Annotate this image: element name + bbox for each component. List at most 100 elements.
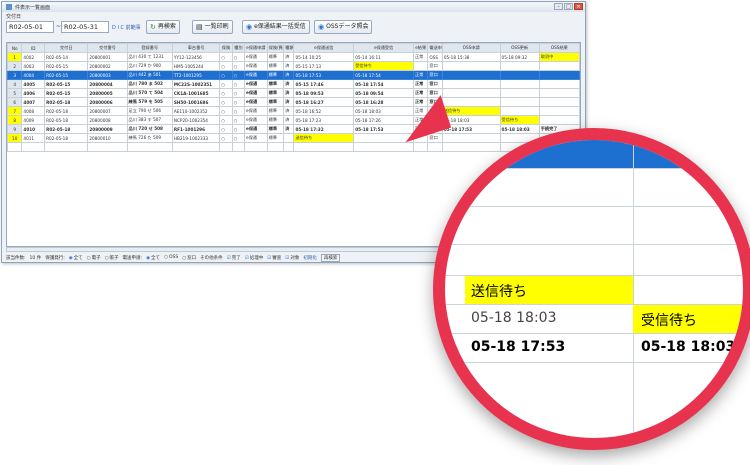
grid-line	[633, 140, 634, 438]
column-header[interactable]: 車台番号	[171, 43, 221, 53]
empty-cell	[428, 215, 442, 224]
column-header[interactable]: ID	[21, 43, 46, 53]
table-cell	[441, 88, 501, 98]
maximize-button[interactable]: □	[564, 3, 573, 10]
column-header[interactable]: 保険/異種	[266, 43, 285, 53]
table-row[interactable]: 7 4008 R02-05-18 20800007 足立 790 せ 506 AE110-…	[7, 106, 580, 116]
column-header[interactable]: e結果	[412, 43, 429, 53]
table-cell: ○	[231, 61, 246, 71]
densou-window-radio[interactable]: 窓口	[182, 255, 196, 261]
table-row[interactable]: 1 4002 R02-05-14 20800001 品川 430 て 1231 YY12-…	[7, 52, 580, 62]
minimize-button[interactable]: –	[554, 3, 563, 10]
hoken-all-radio[interactable]: 全て	[69, 255, 83, 261]
table-cell	[441, 70, 501, 80]
column-header[interactable]: e保通受信	[353, 43, 414, 53]
table-cell: 20800008	[87, 115, 128, 125]
empty-cell	[88, 197, 127, 206]
empty-cell	[22, 170, 45, 179]
table-cell	[499, 70, 540, 80]
complete-checkbox[interactable]: 完了	[227, 255, 241, 261]
empty-cell	[22, 206, 45, 215]
table-cell: 20800002	[87, 61, 128, 71]
column-header[interactable]: 種別	[231, 43, 246, 53]
column-header[interactable]: OSS更新	[499, 43, 540, 53]
research-button-label: 再検索	[157, 23, 176, 30]
table-cell: SH50-1001686	[171, 97, 221, 107]
empty-cell	[7, 142, 23, 152]
table-cell: MC22S-1002351	[171, 79, 221, 89]
empty-cell	[354, 215, 414, 224]
empty-cell	[284, 152, 294, 161]
date-to-input[interactable]: R02-05-31	[61, 21, 109, 33]
empty-cell	[22, 152, 45, 161]
column-header[interactable]: No	[7, 43, 23, 53]
table-cell: 4010	[21, 124, 46, 134]
hoken-paper-radio[interactable]: 帳子	[105, 255, 119, 261]
table-row[interactable]: 2 4003 R02-05-15 20800002 品川 729 か 900 HM5-10…	[7, 61, 580, 71]
processing-checkbox[interactable]: 処理中	[245, 255, 264, 261]
table-row[interactable]: 6 4007 R02-05-18 20800006 練馬 579 を 505 SH50-1…	[7, 97, 580, 107]
status-research-button[interactable]: 再検索	[320, 253, 341, 262]
table-cell: ○	[219, 52, 233, 62]
column-header[interactable]: 保険	[219, 43, 233, 53]
table-cell	[441, 79, 501, 89]
table-cell: 正常	[412, 88, 429, 98]
empty-cell	[172, 161, 219, 170]
date-from-input[interactable]: R02-05-01	[6, 21, 54, 33]
close-button[interactable]: ✕	[574, 3, 583, 10]
table-cell: e保通	[244, 97, 268, 107]
table-cell: HM5-1005244	[171, 61, 221, 71]
table-cell: 4002	[21, 52, 46, 62]
table-cell: R02-05-14	[44, 52, 89, 62]
column-header[interactable]: 種類	[283, 43, 295, 53]
table-row[interactable]: 5 4006 R02-05-15 20800005 品川 570 て 504 CK1A-1…	[7, 88, 580, 98]
empty-cell	[88, 170, 127, 179]
column-header[interactable]: e保通申請	[244, 43, 268, 53]
research-button[interactable]: ↻ 再検索	[146, 20, 180, 34]
empty-cell	[428, 206, 442, 215]
column-header[interactable]: OSS結果	[538, 43, 580, 53]
empty-cell	[267, 170, 283, 179]
empty-cell	[172, 179, 219, 188]
column-header[interactable]: 登録番号	[126, 43, 173, 53]
table-cell: 4003	[21, 61, 46, 71]
table-row[interactable]: 8 4009 R02-05-18 20800008 品川 383 す 507 NCP20-…	[7, 115, 580, 125]
empty-cell	[21, 142, 46, 152]
empty-cell	[88, 161, 127, 170]
column-header[interactable]: e保通送信	[293, 43, 355, 53]
table-cell: 3	[7, 70, 23, 80]
review-checkbox[interactable]: 審査	[267, 255, 281, 261]
empty-cell	[232, 188, 244, 197]
table-cell: 4004	[21, 70, 46, 80]
table-cell: 6	[7, 97, 23, 107]
column-header[interactable]: 電送申請	[427, 43, 443, 53]
column-header[interactable]: 交付日	[44, 43, 89, 53]
empty-cell	[284, 179, 294, 188]
table-cell: TT2-1001295	[171, 70, 221, 80]
table-row[interactable]: 9 4010 R02-05-18 20800009 品川 720 せ 508 RF1-10…	[7, 124, 580, 134]
column-header[interactable]: OSS申請	[441, 43, 501, 53]
empty-cell	[220, 206, 232, 215]
empty-cell	[8, 161, 22, 170]
densou-oss-radio[interactable]: OSS	[164, 255, 178, 260]
densou-all-radio[interactable]: 全て	[146, 255, 160, 261]
table-row[interactable]: 4 4005 R02-05-15 20800004 品川 780 ま 502 MC22S-…	[7, 79, 580, 89]
date-shortcut-links[interactable]: D I C 前範事	[112, 24, 141, 31]
table-cell: 標準	[266, 88, 285, 98]
reset-link[interactable]: 初期化	[303, 255, 317, 261]
table-cell: 20800007	[87, 106, 128, 116]
table-cell: 品川 570 て 504	[126, 88, 173, 98]
target-checkbox[interactable]: 対象	[285, 255, 299, 261]
table-cell: e保通	[244, 115, 268, 125]
column-header[interactable]: 交付番号	[87, 43, 128, 53]
table-row[interactable]: 3 4004 R02-05-15 20800003 品川 442 あ 501 TT2-10…	[7, 70, 580, 80]
print-list-button[interactable]: ▤ 一覧印刷	[192, 20, 233, 34]
table-cell: HB219-1002333	[171, 133, 221, 143]
empty-cell	[22, 188, 45, 197]
hoken-electronic-radio[interactable]: 電子	[87, 255, 101, 261]
toolbar: 交付日 R02-05-01 ~ R02-05-31 D I C 前範事 ↻ 再検…	[2, 12, 585, 42]
oss-query-button[interactable]: ◉ OSSデータ照会	[314, 20, 373, 34]
ehotsu-receive-button[interactable]: ◉ e保通結果一括受信	[242, 20, 310, 34]
table-cell: 標準	[266, 115, 285, 125]
magnifier: 送信待ち 05-18 18:03 受信待ち 05-18 17:53 05-18 …	[433, 128, 750, 450]
